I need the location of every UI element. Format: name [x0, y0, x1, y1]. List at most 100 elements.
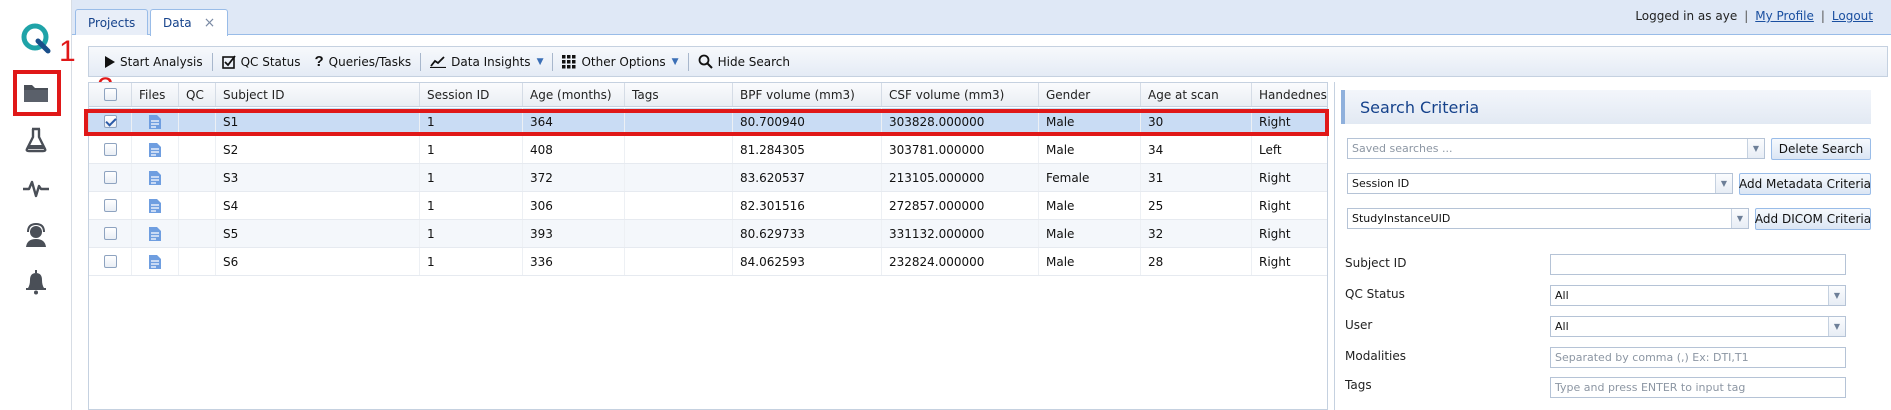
data-insights-button[interactable]: Data Insights ▼ — [423, 49, 550, 74]
age-months-cell: 364 — [523, 108, 625, 135]
tags-cell — [625, 136, 733, 163]
qc-cell — [179, 192, 216, 219]
my-profile-link[interactable]: My Profile — [1755, 9, 1814, 23]
files-cell[interactable] — [132, 220, 179, 247]
csf-volume-cell: 232824.000000 — [882, 248, 1039, 275]
chevron-down-icon[interactable]: ▼ — [1828, 286, 1845, 305]
row-checkbox-cell[interactable] — [89, 108, 132, 135]
add-dicom-criteria-button[interactable]: Add DICOM Criteria — [1755, 208, 1871, 230]
delete-search-button[interactable]: Delete Search — [1771, 138, 1871, 160]
chevron-down-icon[interactable]: ▼ — [1715, 174, 1732, 193]
qc-status-button[interactable]: QC Status — [215, 49, 308, 74]
pulse-icon — [23, 180, 49, 198]
table-row[interactable]: S2 1 408 81.284305 303781.000000 Male 34… — [89, 136, 1327, 164]
subject-id-input[interactable] — [1550, 254, 1846, 275]
qc-cell — [179, 136, 216, 163]
age-at-scan-cell: 31 — [1141, 164, 1252, 191]
user-select[interactable]: All ▼ — [1550, 316, 1846, 337]
row-checkbox-cell[interactable] — [89, 220, 132, 247]
row-checkbox-cell[interactable] — [89, 136, 132, 163]
files-cell[interactable] — [132, 136, 179, 163]
tags-input[interactable]: Type and press ENTER to input tag — [1550, 377, 1846, 398]
header-age-months[interactable]: Age (months) — [523, 83, 625, 106]
bpf-volume-cell: 83.620537 — [733, 164, 882, 191]
gender-cell: Male — [1039, 220, 1141, 247]
row-checkbox[interactable] — [103, 143, 117, 156]
rail-item-notifications[interactable] — [14, 260, 58, 304]
toolbar: Start Analysis QC Status ? Queries/Tasks… — [88, 46, 1888, 77]
chevron-down-icon[interactable]: ▼ — [1747, 139, 1764, 158]
gender-cell: Male — [1039, 108, 1141, 135]
row-checkbox-cell[interactable] — [89, 164, 132, 191]
hide-search-button[interactable]: Hide Search — [691, 49, 797, 74]
tab-data[interactable]: Data × — [150, 9, 229, 36]
header-subject-id[interactable]: Subject ID — [216, 83, 420, 106]
header-csf-volume[interactable]: CSF volume (mm3) — [882, 83, 1039, 106]
close-tab-icon[interactable]: × — [204, 15, 216, 31]
username: aye — [1715, 9, 1738, 23]
table-row[interactable]: S3 1 372 83.620537 213105.000000 Female … — [89, 164, 1327, 192]
add-metadata-criteria-button[interactable]: Add Metadata Criteria — [1739, 173, 1871, 195]
table-row[interactable]: S5 1 393 80.629733 331132.000000 Male 32… — [89, 220, 1327, 248]
age-months-cell: 408 — [523, 136, 625, 163]
row-checkbox[interactable] — [103, 115, 117, 128]
table-row[interactable]: S4 1 306 82.301516 272857.000000 Male 25… — [89, 192, 1327, 220]
modalities-input[interactable]: Separated by comma (,) Ex: DTI,T1 — [1550, 347, 1846, 368]
qc-cell — [179, 164, 216, 191]
start-analysis-button[interactable]: Start Analysis — [97, 49, 210, 74]
queries-tasks-button[interactable]: ? Queries/Tasks — [307, 49, 418, 74]
tab-data-label: Data — [163, 16, 192, 30]
chevron-down-icon[interactable]: ▼ — [1828, 317, 1845, 336]
row-checkbox-cell[interactable] — [89, 248, 132, 275]
header-gender[interactable]: Gender — [1039, 83, 1141, 106]
rail-item-support[interactable] — [14, 213, 58, 257]
rail-item-activity[interactable] — [14, 166, 58, 210]
files-cell[interactable] — [132, 164, 179, 191]
row-checkbox[interactable] — [103, 255, 117, 268]
saved-searches-combo[interactable]: Saved searches ... ▼ — [1347, 138, 1765, 159]
table-row[interactable]: S6 1 336 84.062593 232824.000000 Male 28… — [89, 248, 1327, 276]
csf-volume-cell: 331132.000000 — [882, 220, 1039, 247]
select-all-checkbox[interactable] — [103, 88, 117, 101]
header-tags[interactable]: Tags — [625, 83, 733, 106]
header-qc[interactable]: QC — [179, 83, 216, 106]
row-checkbox[interactable] — [103, 199, 117, 212]
row-checkbox[interactable] — [103, 171, 117, 184]
header-session-id[interactable]: Session ID — [420, 83, 523, 106]
session-id-cell: 1 — [420, 108, 523, 135]
row-checkbox[interactable] — [103, 227, 117, 240]
flask-icon — [25, 127, 47, 153]
header-bpf-volume[interactable]: BPF volume (mm3) — [733, 83, 882, 106]
header-handedness[interactable]: Handedness — [1252, 83, 1327, 106]
user-label: User — [1345, 318, 1373, 332]
app-logo[interactable] — [14, 16, 58, 60]
other-options-button[interactable]: Other Options ▼ — [555, 49, 685, 74]
header-select-all[interactable] — [89, 83, 132, 106]
handedness-cell: Left — [1252, 136, 1327, 163]
qc-status-select[interactable]: All ▼ — [1550, 285, 1846, 306]
header-age-at-scan[interactable]: Age at scan — [1141, 83, 1252, 106]
tags-cell — [625, 164, 733, 191]
csf-volume-cell: 272857.000000 — [882, 192, 1039, 219]
rail-item-analysis[interactable] — [14, 118, 58, 162]
header-files[interactable]: Files — [132, 83, 179, 106]
handedness-cell: Right — [1252, 164, 1327, 191]
file-list-icon — [149, 142, 161, 157]
files-cell[interactable] — [132, 108, 179, 135]
table-row[interactable]: S1 1 364 80.700940 303828.000000 Male 30… — [89, 108, 1327, 136]
files-cell[interactable] — [132, 248, 179, 275]
toolbar-separator — [211, 52, 213, 71]
session-id-cell: 1 — [420, 164, 523, 191]
dicom-field-combo[interactable]: StudyInstanceUID ▼ — [1347, 208, 1749, 229]
toolbar-separator — [687, 52, 689, 71]
logout-link[interactable]: Logout — [1832, 9, 1873, 23]
row-checkbox-cell[interactable] — [89, 192, 132, 219]
metadata-field-combo[interactable]: Session ID ▼ — [1347, 173, 1733, 194]
files-cell[interactable] — [132, 192, 179, 219]
other-options-label: Other Options — [581, 54, 666, 69]
subject-id-cell: S3 — [216, 164, 420, 191]
chevron-down-icon[interactable]: ▼ — [1731, 209, 1748, 228]
queries-tasks-label: Queries/Tasks — [328, 54, 412, 69]
hide-search-label: Hide Search — [717, 54, 790, 69]
tab-projects[interactable]: Projects — [75, 9, 149, 35]
